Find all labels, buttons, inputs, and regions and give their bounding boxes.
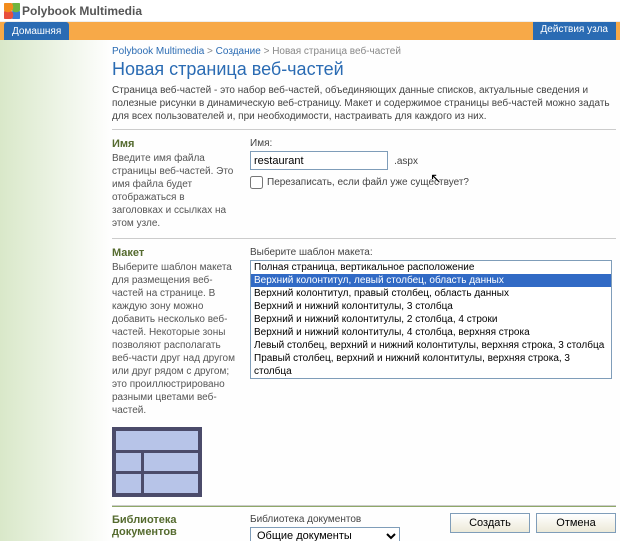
section-name: Имя Введите имя файла страницы веб-часте…: [112, 129, 616, 238]
top-tab-bar: Домашняя Действия узла: [0, 22, 620, 40]
tab-home[interactable]: Домашняя: [4, 22, 69, 40]
layout-template-listbox[interactable]: Полная страница, вертикальное расположен…: [250, 260, 612, 379]
layout-option[interactable]: Верхний и нижний колонтитулы, 4 столбца,…: [251, 326, 611, 339]
section-layout-help: Выберите шаблон макета для размещения ве…: [112, 261, 238, 417]
layout-option[interactable]: Верхний и нижний колонтитулы, 2 столбца,…: [251, 313, 611, 326]
section-layout-header: Макет: [112, 247, 238, 259]
layout-option[interactable]: Левый столбец, верхний и нижний колонтит…: [251, 339, 611, 352]
layout-option[interactable]: Полная страница, вертикальное расположен…: [251, 261, 611, 274]
layout-option[interactable]: Правый столбец, верхний и нижний колонти…: [251, 352, 611, 378]
app-header: Polybook Multimedia: [0, 0, 620, 22]
section-name-header: Имя: [112, 138, 238, 150]
layout-preview-icon: [112, 427, 202, 497]
section-name-help: Введите имя файла страницы веб-частей. Э…: [112, 152, 238, 230]
cancel-button[interactable]: Отмена: [536, 513, 616, 533]
layout-field-label: Выберите шаблон макета:: [250, 247, 616, 258]
app-logo-icon: [4, 3, 20, 19]
tab-home-label: Домашняя: [12, 26, 61, 37]
site-actions-label: Действия узла: [541, 24, 608, 35]
site-actions-button[interactable]: Действия узла: [533, 22, 616, 40]
page-description: Страница веб-частей - это набор веб-част…: [112, 84, 616, 129]
app-title: Polybook Multimedia: [22, 4, 142, 18]
page-title: Новая страница веб-частей: [112, 59, 616, 84]
overwrite-label: Перезаписать, если файл уже существует?: [267, 177, 469, 188]
layout-option[interactable]: Верхний и нижний колонтитулы, 3 столбца: [251, 300, 611, 313]
layout-option[interactable]: Верхний колонтитул, правый столбец, обла…: [251, 287, 611, 300]
section-layout: Макет Выберите шаблон макета для размеще…: [112, 238, 616, 505]
layout-option[interactable]: Верхний колонтитул, левый столбец, облас…: [251, 274, 611, 287]
name-field-label: Имя:: [250, 138, 616, 149]
button-bar: Создать Отмена: [112, 506, 616, 535]
create-button[interactable]: Создать: [450, 513, 530, 533]
overwrite-checkbox[interactable]: [250, 176, 263, 189]
name-input[interactable]: [250, 151, 388, 170]
breadcrumb: Polybook Multimedia > Создание > Новая с…: [112, 40, 616, 59]
breadcrumb-current: Новая страница веб-частей: [272, 46, 401, 57]
breadcrumb-site-link[interactable]: Polybook Multimedia: [112, 46, 204, 57]
name-suffix: .aspx: [394, 156, 418, 167]
breadcrumb-create-link[interactable]: Создание: [216, 46, 261, 57]
